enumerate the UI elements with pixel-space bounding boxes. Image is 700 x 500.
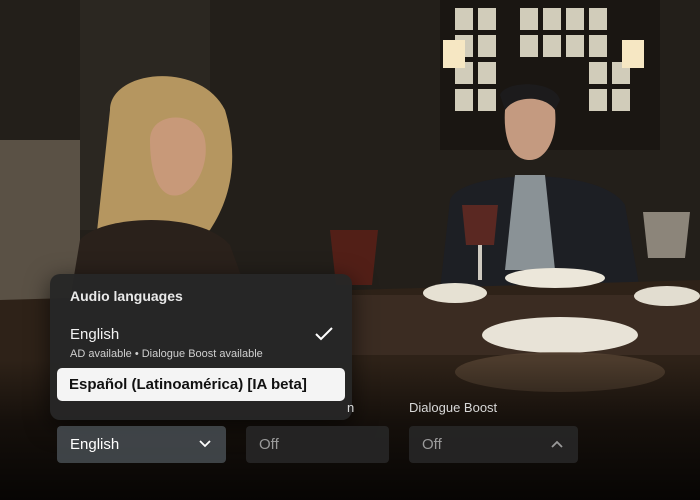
audio-option-english[interactable]: English AD available • Dialogue Boost av…: [50, 318, 352, 362]
audio-option-label: Español (Latinoamérica) [IA beta]: [69, 376, 307, 393]
chevron-up-icon: [551, 440, 563, 448]
audio-option-sublabel: AD available • Dialogue Boost available: [70, 348, 263, 360]
chevron-down-icon: [199, 440, 211, 448]
dialogue-boost-dropdown[interactable]: Off: [409, 426, 578, 463]
caption-setting-label: n: [347, 400, 355, 415]
video-frame: [0, 0, 700, 500]
audio-languages-menu: Audio languages English AD available • D…: [50, 274, 352, 420]
caption-dropdown[interactable]: Off: [246, 426, 389, 463]
caption-dropdown-value: Off: [259, 436, 279, 453]
audio-languages-title: Audio languages: [70, 288, 183, 304]
audio-option-label: English: [70, 326, 120, 343]
check-icon: [315, 327, 333, 341]
audio-option-espanol[interactable]: Español (Latinoamérica) [IA beta]: [57, 368, 345, 401]
dialogue-boost-dropdown-value: Off: [422, 436, 442, 453]
language-dropdown[interactable]: English: [57, 426, 226, 463]
dialogue-boost-label: Dialogue Boost: [409, 400, 498, 415]
language-dropdown-value: English: [70, 436, 120, 453]
